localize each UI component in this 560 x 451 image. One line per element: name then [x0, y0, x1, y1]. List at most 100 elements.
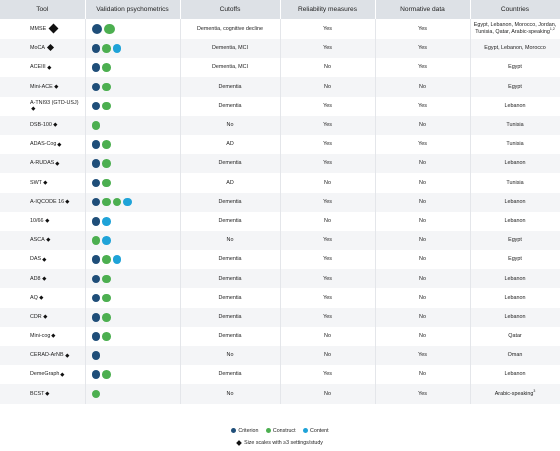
normative-value: No [419, 160, 426, 167]
countries-value: Lebanon [504, 102, 526, 109]
validation-cell [85, 307, 181, 327]
reliability-value: No [324, 179, 331, 186]
tool-cell: AQ [0, 288, 86, 308]
validation-table: Tool Validation psychometrics Cutoffs Re… [0, 0, 560, 404]
cutoffs-cell: Dementia [180, 307, 281, 327]
legend-criterion: Criterion [231, 428, 258, 434]
reliability-cell: No [280, 77, 376, 97]
cutoffs-value: Dementia [218, 371, 242, 378]
construct-dot-icon [102, 140, 111, 149]
cutoffs-value: No [226, 352, 234, 359]
criterion-dot-icon [91, 82, 101, 92]
normative-value: Yes [418, 352, 427, 359]
cutoffs-value: AD [226, 179, 234, 186]
cutoffs-value: Dementia [218, 83, 242, 90]
tool-cell: SWT [0, 173, 86, 193]
validation-cell [85, 58, 181, 78]
legend-size-note: Size scales with ≥3 settings/study [0, 439, 560, 446]
cutoffs-cell: No [180, 346, 281, 366]
reliability-cell: Yes [280, 134, 376, 155]
criterion-dot-icon [91, 44, 101, 53]
reliability-value: No [324, 333, 331, 340]
countries-cell: Egypt [470, 58, 560, 78]
table-body: MMSE Dementia, cognitive decline Yes Yes Egy… [0, 19, 560, 404]
header-validation: Validation psychometrics [85, 0, 181, 19]
diamond-icon [53, 122, 58, 127]
validation-cell [85, 365, 181, 385]
legend-construct: Construct [265, 428, 296, 434]
diamond-icon [44, 218, 49, 223]
tool-name: MoCA [30, 45, 45, 52]
content-dot-icon [102, 236, 111, 245]
countries-cell: Lebanon [470, 269, 560, 289]
cutoffs-cell: Dementia [180, 326, 281, 346]
reliability-value: Yes [323, 371, 332, 378]
tool-name: AQ [30, 294, 38, 301]
cutoffs-cell: Dementia [180, 211, 281, 231]
countries-cell: Egypt [470, 250, 560, 270]
normative-value: Yes [418, 45, 427, 52]
table-row: A-RUDAS Dementia Yes No Lebanon [0, 154, 560, 174]
header-cutoffs: Cutoffs [180, 0, 281, 19]
criterion-dot-icon [91, 332, 101, 341]
reliability-cell: Yes [280, 192, 376, 212]
criterion-dot-icon [91, 63, 101, 73]
construct-dot-icon [102, 370, 111, 380]
diamond-icon [47, 65, 51, 69]
normative-value: Yes [418, 102, 427, 109]
countries-value: Egypt, Lebanon, Morocco [484, 45, 546, 52]
cutoffs-cell: No [180, 115, 281, 135]
criterion-dot-icon [91, 101, 101, 111]
cutoffs-value: AD [226, 141, 234, 148]
countries-cell: Lebanon [470, 154, 560, 174]
diamond-icon [54, 84, 58, 89]
cutoffs-cell: Dementia [180, 77, 281, 97]
normative-value: No [419, 122, 426, 129]
reliability-value: No [324, 83, 331, 90]
countries-value: Egypt [508, 237, 522, 244]
countries-cell: Tunisia [470, 173, 560, 193]
countries-value: Lebanon [504, 275, 526, 282]
table-row: ASCA No Yes No Egypt [0, 230, 560, 251]
cutoffs-cell: No [180, 384, 281, 404]
reliability-cell: No [280, 326, 376, 346]
cutoffs-value: No [226, 390, 234, 397]
table-row: AQ Dementia Yes No Lebanon [0, 288, 560, 308]
countries-cell: Lebanon [470, 365, 560, 385]
reliability-cell: Yes [280, 250, 376, 270]
normative-cell: No [375, 173, 471, 193]
normative-cell: No [375, 154, 471, 174]
reliability-value: No [324, 390, 331, 397]
countries-value: Tunisia [506, 179, 524, 186]
legend-construct-label: Construct [272, 428, 296, 434]
diamond-icon [55, 161, 60, 165]
cutoffs-value: Dementia [218, 294, 242, 301]
criterion-dot-icon [91, 370, 101, 380]
construct-dot-icon [102, 255, 111, 264]
diamond-icon [45, 391, 50, 396]
countries-value: Lebanon [504, 198, 526, 205]
reliability-value: Yes [323, 160, 332, 167]
validation-cell [85, 154, 181, 174]
normative-value: No [419, 237, 426, 244]
table-row: DAS Dementia Yes No Egypt [0, 250, 560, 270]
construct-dot-icon [102, 63, 111, 73]
tool-cell: ASCA [0, 230, 86, 251]
legend-size-label: Size scales with ≥3 settings/study [244, 440, 323, 446]
tool-cell: ADAS-Cog [0, 134, 86, 155]
table-row: DemeGraph Dementia Yes No Lebanon [0, 365, 560, 385]
tool-cell: Mini-ACE [0, 77, 86, 97]
reliability-value: No [324, 64, 331, 71]
tool-name: DSB-100 [30, 122, 52, 129]
normative-value: No [419, 217, 426, 224]
validation-cell [85, 288, 181, 308]
tool-cell: BCST [0, 384, 86, 404]
normative-cell: No [375, 307, 471, 327]
countries-value: Egypt [508, 64, 522, 71]
normative-cell: Yes [375, 39, 471, 59]
reliability-cell: Yes [280, 154, 376, 174]
reliability-cell: Yes [280, 19, 376, 39]
criterion-dot-icon [91, 159, 101, 169]
tool-cell: CDR [0, 307, 86, 327]
countries-value: Egypt, Lebanon, Morocco, Jordan, Tunisia… [473, 22, 557, 35]
